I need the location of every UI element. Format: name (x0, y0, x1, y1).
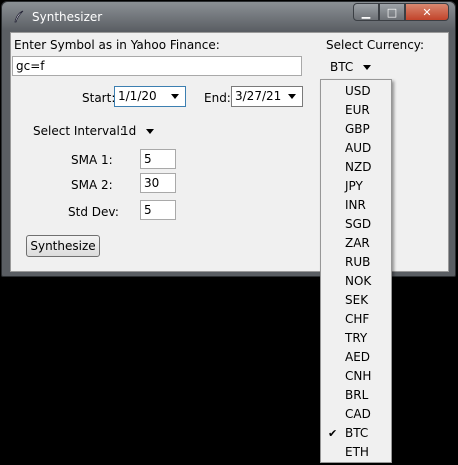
end-date-value: 3/27/21 (235, 89, 282, 103)
currency-option-gbp[interactable]: GBP (321, 120, 391, 139)
interval-menubutton[interactable]: 1d (121, 124, 155, 138)
currency-option-label: AED (345, 350, 371, 364)
currency-option-eur[interactable]: EUR (321, 101, 391, 120)
currency-option-try[interactable]: TRY (321, 329, 391, 348)
currency-selected: BTC (330, 60, 354, 74)
feather-icon (14, 10, 24, 23)
end-label: End: (204, 91, 231, 105)
currency-option-label: NOK (345, 274, 372, 288)
currency-option-zar[interactable]: ZAR (321, 234, 391, 253)
synthesize-button[interactable]: Synthesize (26, 235, 100, 257)
currency-option-btc[interactable]: ✔ BTC (321, 424, 391, 443)
stddev-input[interactable]: 5 (140, 200, 176, 220)
symbol-input[interactable]: gc=f (12, 56, 302, 76)
currency-option-label: CNH (345, 369, 372, 383)
currency-option-label: ETH (345, 445, 369, 459)
currency-option-label: SGD (345, 217, 372, 231)
currency-option-label: RUB (345, 255, 371, 269)
sma2-label: SMA 2: (71, 178, 113, 192)
chevron-down-icon[interactable] (288, 94, 296, 99)
interval-selected: 1d (121, 124, 137, 138)
currency-option-inr[interactable]: INR (321, 196, 391, 215)
currency-option-sgd[interactable]: SGD (321, 215, 391, 234)
currency-option-brl[interactable]: BRL (321, 386, 391, 405)
currency-option-rub[interactable]: RUB (321, 253, 391, 272)
chevron-down-icon (146, 129, 155, 134)
currency-option-label: CAD (345, 407, 371, 421)
currency-option-aed[interactable]: AED (321, 348, 391, 367)
interval-label: Select Interval: (33, 124, 124, 138)
start-date-value: 1/1/20 (118, 89, 157, 103)
currency-option-label: SEK (345, 293, 369, 307)
currency-option-label: CHF (345, 312, 370, 326)
currency-option-label: TRY (345, 331, 368, 345)
sma2-input[interactable]: 30 (140, 173, 176, 193)
currency-option-chf[interactable]: CHF (321, 310, 391, 329)
end-date-combo[interactable]: 3/27/21 (231, 86, 303, 107)
chevron-down-icon[interactable] (171, 94, 179, 99)
currency-option-sek[interactable]: SEK (321, 291, 391, 310)
currency-option-label: JPY (345, 179, 363, 193)
currency-dropdown: USD EUR GBP AUD NZD JPY INR SGD ZAR RUB NOK SEK CHF T… (320, 79, 392, 463)
currency-option-label: NZD (345, 160, 372, 174)
currency-option-label: EUR (345, 103, 370, 117)
currency-option-label: BRL (345, 388, 369, 402)
close-icon: ✕ (422, 5, 432, 19)
currency-option-nok[interactable]: NOK (321, 272, 391, 291)
minimize-button[interactable]: ▁ (353, 3, 379, 21)
window-controls: ▁ □ ✕ (353, 3, 449, 21)
start-date-combo[interactable]: 1/1/20 (114, 86, 186, 107)
maximize-button[interactable]: □ (379, 3, 405, 21)
close-button[interactable]: ✕ (405, 3, 449, 21)
maximize-icon: □ (386, 5, 398, 19)
minimize-icon: ▁ (361, 5, 371, 19)
sma1-input[interactable]: 5 (140, 149, 176, 169)
symbol-label: Enter Symbol as in Yahoo Finance: (14, 38, 220, 52)
chevron-down-icon (363, 65, 372, 70)
stddev-label: Std Dev: (68, 205, 119, 219)
currency-option-aud[interactable]: AUD (321, 139, 391, 158)
checkmark-icon: ✔ (328, 427, 338, 440)
currency-option-label: AUD (345, 141, 372, 155)
currency-option-cad[interactable]: CAD (321, 405, 391, 424)
currency-option-label: ZAR (345, 236, 370, 250)
currency-option-label: INR (345, 198, 366, 212)
currency-option-eth[interactable]: ETH (321, 443, 391, 462)
currency-option-label: USD (345, 84, 371, 98)
start-label: Start: (82, 91, 116, 105)
currency-option-label: BTC (345, 426, 369, 440)
currency-option-label: GBP (345, 122, 370, 136)
sma1-label: SMA 1: (71, 153, 113, 167)
currency-option-jpy[interactable]: JPY (321, 177, 391, 196)
currency-menubutton[interactable]: BTC (330, 60, 372, 74)
currency-option-cnh[interactable]: CNH (321, 367, 391, 386)
currency-option-nzd[interactable]: NZD (321, 158, 391, 177)
currency-label: Select Currency: (326, 38, 425, 52)
currency-option-usd[interactable]: USD (321, 82, 391, 101)
window-title: Synthesizer (32, 10, 103, 24)
